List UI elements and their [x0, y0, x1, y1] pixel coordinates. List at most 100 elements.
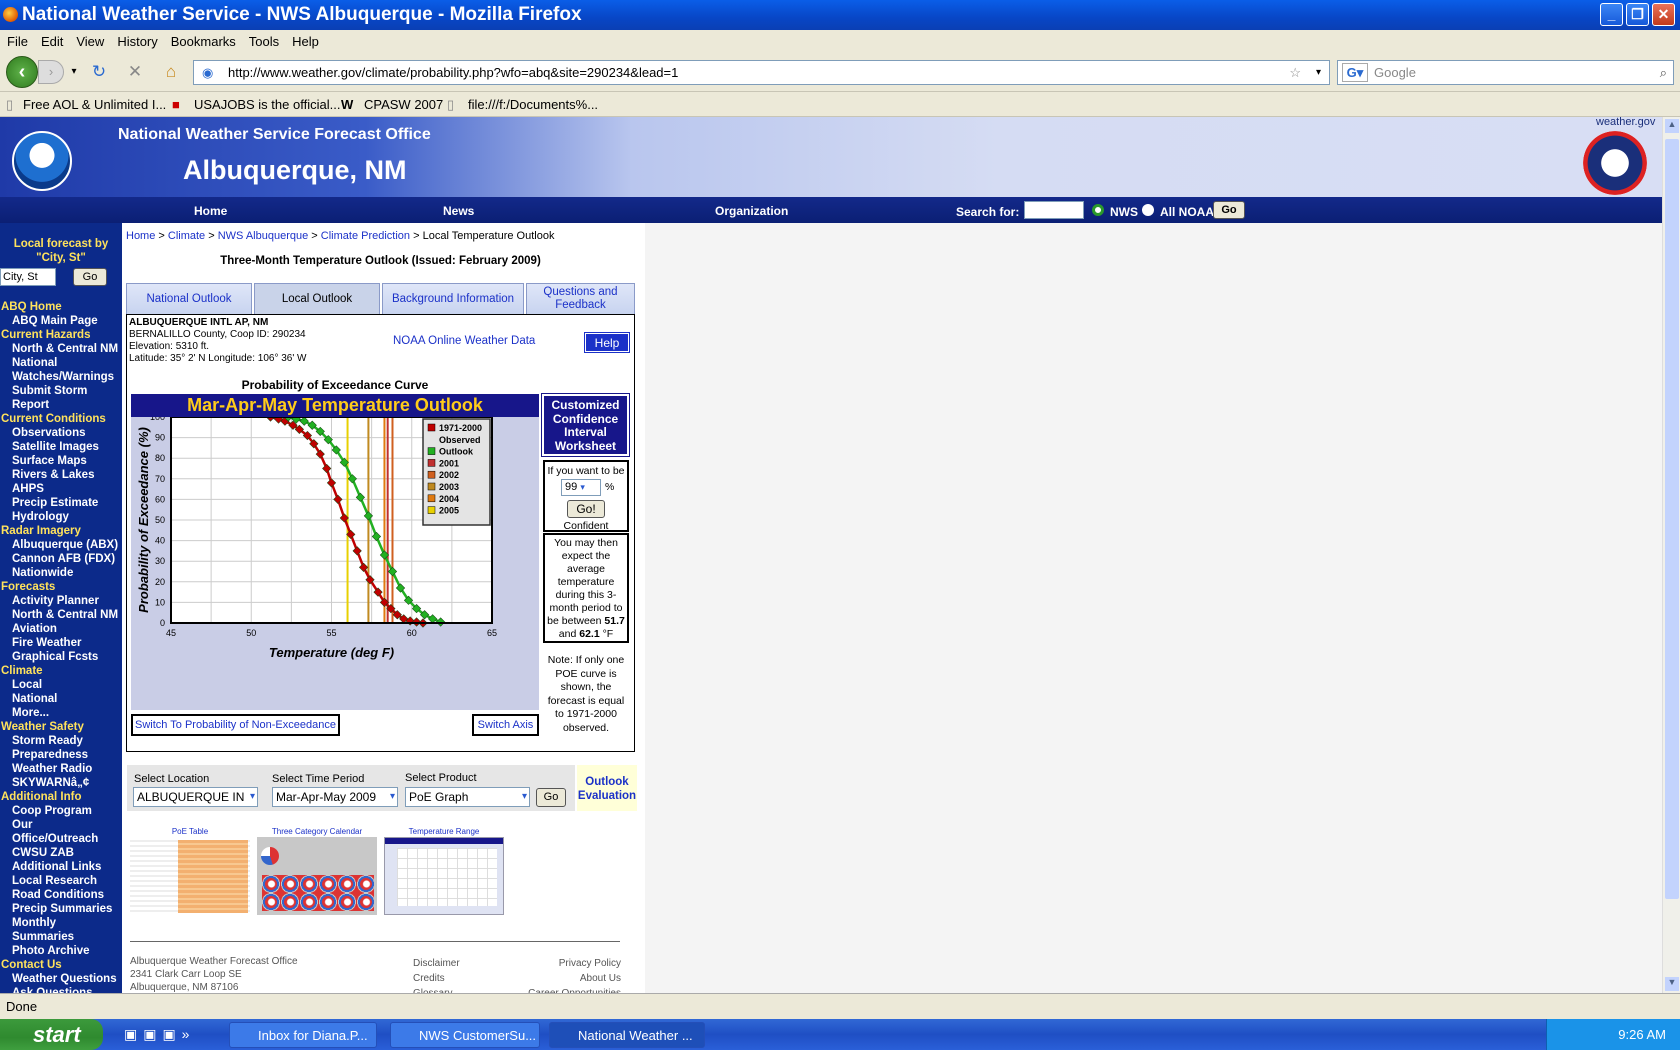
vertical-scrollbar[interactable]: ▲ ▼: [1662, 117, 1680, 993]
menu-tools[interactable]: Tools: [242, 30, 285, 49]
scroll-thumb[interactable]: [1665, 139, 1679, 899]
sidebar-item-precip-summaries[interactable]: Precip Summaries: [0, 902, 122, 916]
sidebar-item-national[interactable]: National: [0, 692, 122, 706]
sidebar-section-contact-us[interactable]: Contact Us: [0, 958, 122, 972]
bookmark-star-icon[interactable]: ☆: [1289, 61, 1301, 84]
sidebar-item-north-central-nm[interactable]: North & Central NM: [0, 342, 122, 356]
menu-help[interactable]: Help: [285, 30, 325, 49]
sidebar-item-nationwide[interactable]: Nationwide: [0, 566, 122, 580]
site-identity-icon[interactable]: ◉: [202, 61, 213, 84]
sidebar-item-ahps[interactable]: AHPS: [0, 482, 122, 496]
city-go-button[interactable]: Go: [73, 268, 107, 286]
url-bar[interactable]: ◉ http://www.weather.gov/climate/probabi…: [193, 60, 1330, 85]
sidebar-item-weather-questions[interactable]: Weather Questions: [0, 972, 122, 986]
sidebar-item-surface-maps[interactable]: Surface Maps: [0, 454, 122, 468]
scroll-down-icon[interactable]: ▼: [1665, 977, 1679, 991]
breadcrumb-home[interactable]: Home: [126, 230, 155, 242]
thumb-temperature-range[interactable]: [384, 837, 504, 915]
bookmark-2[interactable]: USAJOBS is the official...: [194, 97, 340, 112]
confidence-select[interactable]: 99 ▾: [561, 479, 601, 496]
sidebar-item-storm-ready[interactable]: Storm Ready: [0, 734, 122, 748]
sidebar-item-additional-links[interactable]: Additional Links: [0, 860, 122, 874]
tab-local-outlook[interactable]: Local Outlook: [254, 283, 380, 315]
switch-axis-button[interactable]: Switch Axis: [472, 714, 539, 736]
nav-home[interactable]: Home: [194, 204, 227, 218]
nws-radio[interactable]: [1092, 204, 1104, 216]
noaa-logo[interactable]: [12, 131, 72, 191]
sidebar-item-cwsu-zab[interactable]: CWSU ZAB: [0, 846, 122, 860]
sidebar-section-forecasts[interactable]: Forecasts: [0, 580, 122, 594]
home-button[interactable]: ⌂: [161, 62, 181, 82]
sidebar-item-watches-warnings[interactable]: Watches/Warnings: [0, 370, 122, 384]
thumb-calendar-label[interactable]: Three Category Calendar: [257, 827, 377, 836]
search-magnifier-icon[interactable]: ⌕: [1660, 61, 1667, 84]
site-search-input[interactable]: [1024, 201, 1084, 219]
footer-credits[interactable]: Credits: [413, 971, 460, 986]
tab-background-information[interactable]: Background Information: [382, 283, 524, 315]
menu-view[interactable]: View: [69, 30, 110, 49]
sidebar-item-local[interactable]: Local: [0, 678, 122, 692]
sidebar-section-weather-safety[interactable]: Weather Safety: [0, 720, 122, 734]
sidebar-item-albuquerque-abx[interactable]: Albuquerque (ABX): [0, 538, 122, 552]
sidebar-item-road-conditions[interactable]: Road Conditions: [0, 888, 122, 902]
maximize-button[interactable]: ❐: [1626, 3, 1649, 26]
nav-organization[interactable]: Organization: [715, 204, 788, 218]
taskbar-item-inbox[interactable]: Inbox for Diana.P...: [229, 1022, 377, 1048]
sidebar-item-graphical-fcsts[interactable]: Graphical Fcsts: [0, 650, 122, 664]
scroll-up-icon[interactable]: ▲: [1665, 119, 1679, 133]
sidebar-item-skywarn[interactable]: SKYWARNâ„¢: [0, 776, 122, 790]
thumb-three-category-calendar[interactable]: [257, 837, 377, 915]
time-period-select[interactable]: Mar-Apr-May 2009 ▾: [272, 787, 398, 807]
sidebar-item-coop-program[interactable]: Coop Program: [0, 804, 122, 818]
sidebar-item-office-outreach[interactable]: Office/Outreach: [0, 832, 122, 846]
sidebar-item-national[interactable]: National: [0, 356, 122, 370]
sidebar-item-submit-storm[interactable]: Submit Storm: [0, 384, 122, 398]
sidebar-item-abq-main-page[interactable]: ABQ Main Page: [0, 314, 122, 328]
sidebar-item-report[interactable]: Report: [0, 398, 122, 412]
sidebar-item-our[interactable]: Our: [0, 818, 122, 832]
switch-nonexceedance-button[interactable]: Switch To Probability of Non-Exceedance: [131, 714, 340, 736]
nws-logo[interactable]: [1583, 131, 1647, 195]
sidebar-item-satellite-images[interactable]: Satellite Images: [0, 440, 122, 454]
sidebar-item-activity-planner[interactable]: Activity Planner: [0, 594, 122, 608]
sidebar-item-monthly[interactable]: Monthly: [0, 916, 122, 930]
tab-national-outlook[interactable]: National Outlook: [126, 283, 252, 315]
breadcrumb-abq[interactable]: NWS Albuquerque: [218, 230, 309, 242]
weather-gov-label[interactable]: weather.gov: [1596, 116, 1655, 128]
sidebar-section-current-hazards[interactable]: Current Hazards: [0, 328, 122, 342]
close-button[interactable]: ✕: [1652, 3, 1675, 26]
sidebar-item-hydrology[interactable]: Hydrology: [0, 510, 122, 524]
sidebar-item-more[interactable]: More...: [0, 706, 122, 720]
forward-button[interactable]: ›: [38, 60, 64, 84]
search-box[interactable]: G▾ Google ⌕: [1337, 60, 1674, 85]
minimize-button[interactable]: _: [1600, 3, 1623, 26]
sidebar-item-summaries[interactable]: Summaries: [0, 930, 122, 944]
sidebar-section-radar-imagery[interactable]: Radar Imagery: [0, 524, 122, 538]
menu-edit[interactable]: Edit: [34, 30, 69, 49]
outlook-evaluation-link[interactable]: Outlook Evaluation: [577, 765, 637, 811]
sidebar-item-local-research[interactable]: Local Research: [0, 874, 122, 888]
site-search-go[interactable]: Go: [1213, 201, 1245, 219]
confidence-go-button[interactable]: Go!: [567, 500, 605, 518]
sidebar-item-fire-weather[interactable]: Fire Weather: [0, 636, 122, 650]
bookmark-4[interactable]: file:///f:/Documents%...: [468, 97, 598, 112]
product-go-button[interactable]: Go: [536, 788, 566, 807]
footer-privacy[interactable]: Privacy Policy: [500, 956, 621, 971]
breadcrumb-climate-prediction[interactable]: Climate Prediction: [321, 230, 410, 242]
back-button[interactable]: ‹: [6, 56, 38, 88]
city-input[interactable]: City, St: [0, 268, 56, 286]
sidebar-item-aviation[interactable]: Aviation: [0, 622, 122, 636]
sidebar-item-ask-questions[interactable]: Ask Questions: [0, 986, 122, 993]
bookmark-1[interactable]: Free AOL & Unlimited I...: [23, 97, 166, 112]
url-dropdown-icon[interactable]: ▾: [1316, 61, 1321, 84]
quick-launch-icons[interactable]: ▣▣▣»: [124, 1026, 195, 1043]
taskbar-item-nws-customer[interactable]: NWS CustomerSu...: [390, 1022, 540, 1048]
thumb-poe-table[interactable]: [130, 837, 250, 915]
sidebar-section-additional-info[interactable]: Additional Info: [0, 790, 122, 804]
location-select[interactable]: ALBUQUERQUE IN ▾: [133, 787, 258, 807]
tab-questions-feedback[interactable]: Questions and Feedback: [526, 283, 635, 315]
breadcrumb-climate[interactable]: Climate: [168, 230, 205, 242]
start-button[interactable]: start: [0, 1019, 103, 1050]
thumb-poe-table-label[interactable]: PoE Table: [130, 827, 250, 836]
thumb-range-label[interactable]: Temperature Range: [384, 827, 504, 836]
